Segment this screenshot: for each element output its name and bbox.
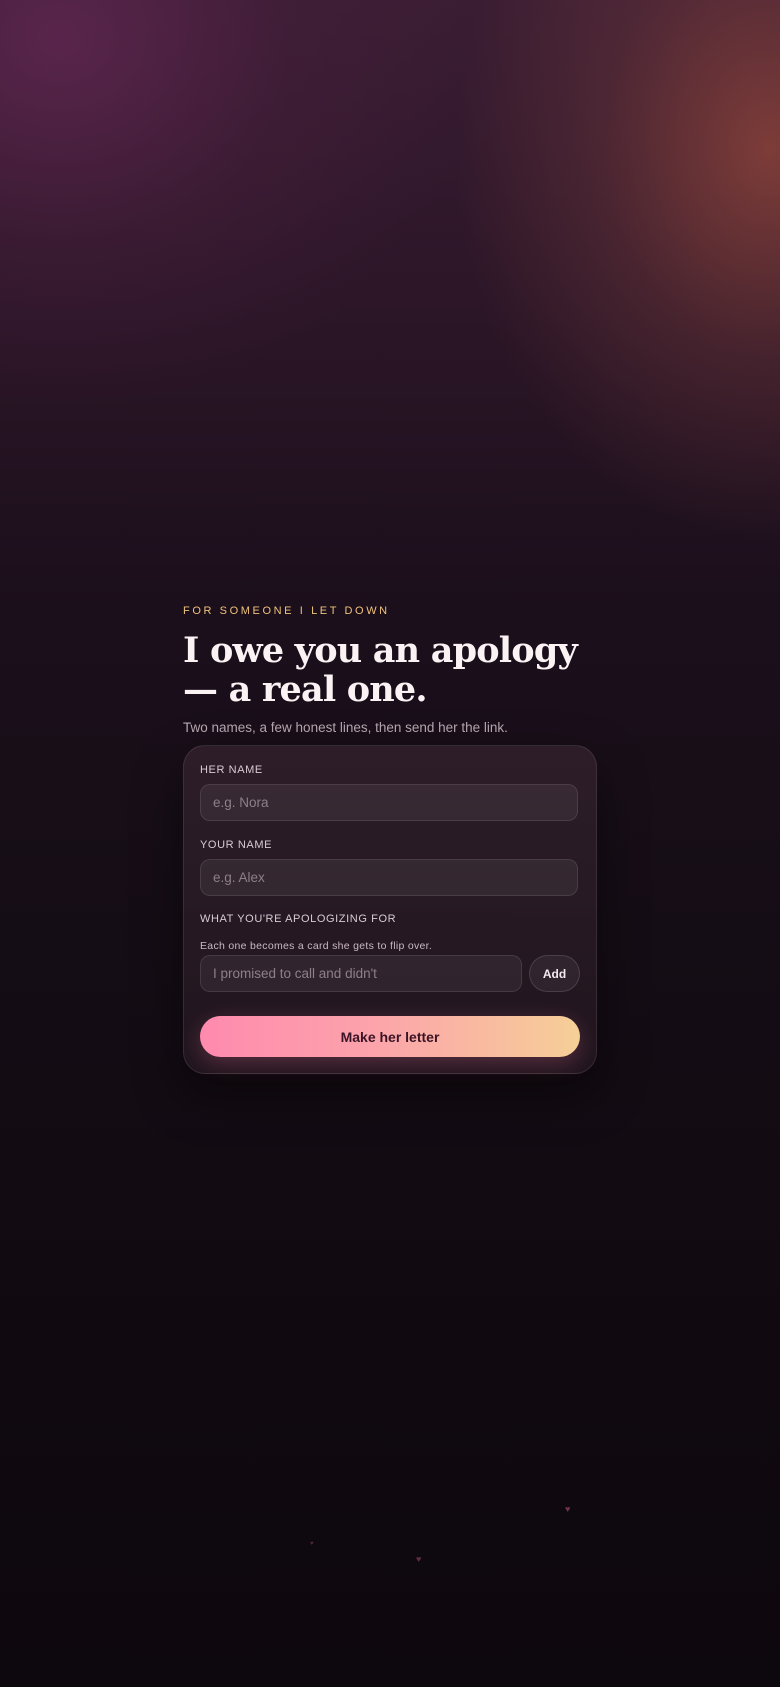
heart-icon: ♥ <box>310 1541 314 1547</box>
reasons-label: WHAT YOU'RE APOLOGIZING FOR <box>200 913 397 925</box>
add-reason-button[interactable]: Add <box>529 955 580 992</box>
heart-icon: ♥ <box>416 1554 422 1564</box>
page-title: I owe you an apology — a real one. <box>183 630 578 710</box>
her-name-label: HER NAME <box>200 764 263 776</box>
your-name-label: YOUR NAME <box>200 839 273 851</box>
make-letter-button[interactable]: Make her letter <box>200 1016 580 1057</box>
reasons-hint: Each one becomes a card she gets to flip… <box>200 940 433 952</box>
page-subtitle: Two names, a few honest lines, then send… <box>183 720 508 735</box>
heart-icon: ♥ <box>565 1504 571 1514</box>
eyebrow-text: FOR SOMEONE I LET DOWN <box>183 605 390 617</box>
her-name-input[interactable] <box>200 784 578 821</box>
intro-section: FOR SOMEONE I LET DOWN I owe you an apol… <box>183 603 597 1074</box>
reason-input[interactable] <box>200 955 522 992</box>
letter-form-card: HER NAME YOUR NAME WHAT YOU'RE APOLOGIZI… <box>183 745 597 1074</box>
your-name-input[interactable] <box>200 859 578 896</box>
